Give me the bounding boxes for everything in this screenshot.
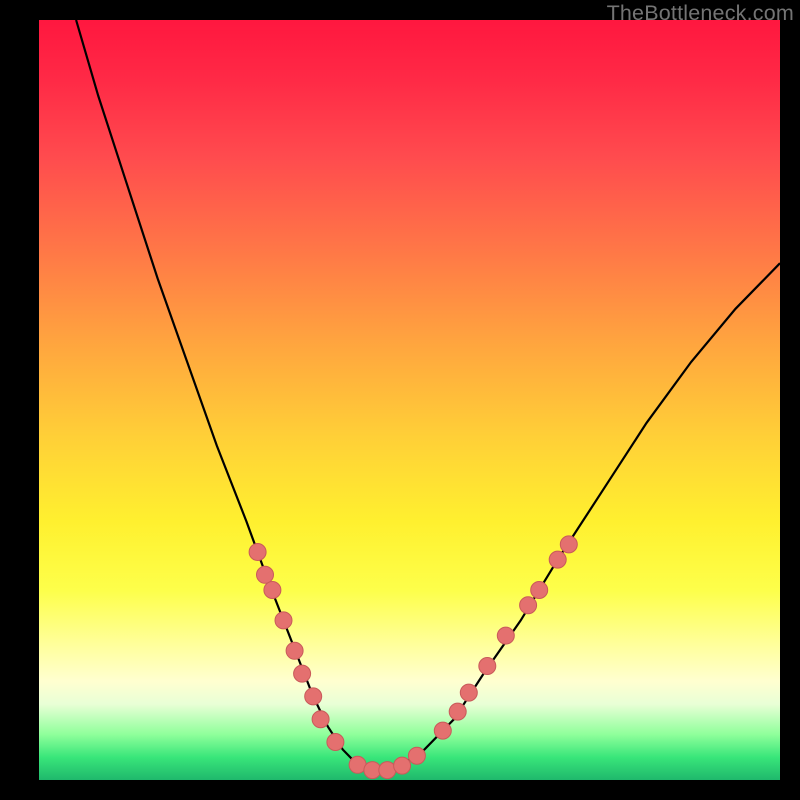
highlight-dot <box>394 757 411 774</box>
highlight-dot <box>249 544 266 561</box>
highlight-dot <box>286 642 303 659</box>
highlight-dots-group <box>249 536 577 779</box>
highlight-dot <box>312 711 329 728</box>
bottleneck-curve <box>76 20 780 772</box>
highlight-dot <box>434 722 451 739</box>
highlight-dot <box>460 684 477 701</box>
highlight-dot <box>305 688 322 705</box>
chart-frame: TheBottleneck.com <box>0 0 800 800</box>
highlight-dot <box>449 703 466 720</box>
highlight-dot <box>497 627 514 644</box>
highlight-dot <box>275 612 292 629</box>
highlight-dot <box>408 747 425 764</box>
highlight-dot <box>549 551 566 568</box>
highlight-dot <box>479 658 496 675</box>
highlight-dot <box>560 536 577 553</box>
chart-svg <box>39 20 780 780</box>
highlight-dot <box>264 582 281 599</box>
highlight-dot <box>531 582 548 599</box>
highlight-dot <box>520 597 537 614</box>
highlight-dot <box>294 665 311 682</box>
highlight-dot <box>327 734 344 751</box>
highlight-dot <box>257 566 274 583</box>
plot-area <box>39 20 780 780</box>
